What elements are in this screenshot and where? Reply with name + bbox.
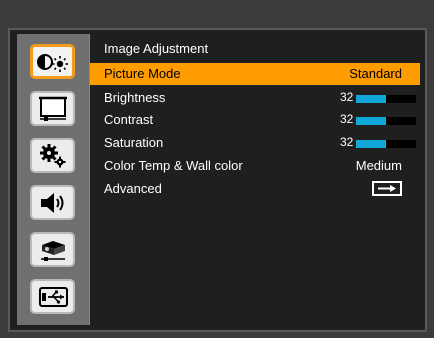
sidebar-item-usb[interactable] xyxy=(30,279,75,314)
sidebar-item-projector[interactable] xyxy=(30,232,75,267)
enter-arrow-icon xyxy=(372,181,402,196)
slider-fill xyxy=(356,140,386,148)
row-value: Standard xyxy=(349,66,402,81)
brightness-contrast-icon xyxy=(36,53,68,72)
sidebar xyxy=(17,34,90,325)
row-label: Contrast xyxy=(104,112,154,127)
speaker-icon xyxy=(40,192,63,213)
row-label: Saturation xyxy=(104,135,164,150)
osd-window: Image Adjustment Picture Mode Standard B… xyxy=(8,28,427,332)
menu-row-contrast[interactable]: Contrast 32 xyxy=(90,109,420,131)
menu-title: Image Adjustment xyxy=(104,41,209,56)
projector-icon xyxy=(40,240,65,261)
row-value: 32 xyxy=(340,135,354,149)
saturation-slider[interactable] xyxy=(356,140,416,148)
row-value: 32 xyxy=(340,90,354,104)
row-value: Medium xyxy=(355,158,402,173)
sidebar-item-image[interactable] xyxy=(30,44,75,79)
menu-row-color-temp[interactable]: Color Temp & Wall color Medium xyxy=(90,155,420,177)
settings-gears-icon xyxy=(39,143,65,167)
menu-row-picture-mode[interactable]: Picture Mode Standard xyxy=(90,63,420,85)
menu-panel: Image Adjustment Picture Mode Standard B… xyxy=(90,34,420,325)
menu-row-brightness[interactable]: Brightness 32 xyxy=(90,87,420,109)
sidebar-item-settings[interactable] xyxy=(30,138,75,173)
sidebar-item-display[interactable] xyxy=(30,91,75,126)
row-label: Brightness xyxy=(104,90,166,105)
menu-row-saturation[interactable]: Saturation 32 xyxy=(90,132,420,154)
usb-icon xyxy=(38,286,68,307)
row-value: 32 xyxy=(340,112,354,126)
menu-row-advanced[interactable]: Advanced xyxy=(90,178,420,200)
slider-fill xyxy=(356,117,386,125)
slider-fill xyxy=(356,95,386,103)
brightness-slider[interactable] xyxy=(356,95,416,103)
screen-icon xyxy=(38,96,67,121)
row-label: Color Temp & Wall color xyxy=(104,158,243,173)
sidebar-item-volume[interactable] xyxy=(30,185,75,220)
contrast-slider[interactable] xyxy=(356,117,416,125)
row-label: Advanced xyxy=(104,181,162,196)
row-label: Picture Mode xyxy=(104,66,181,81)
